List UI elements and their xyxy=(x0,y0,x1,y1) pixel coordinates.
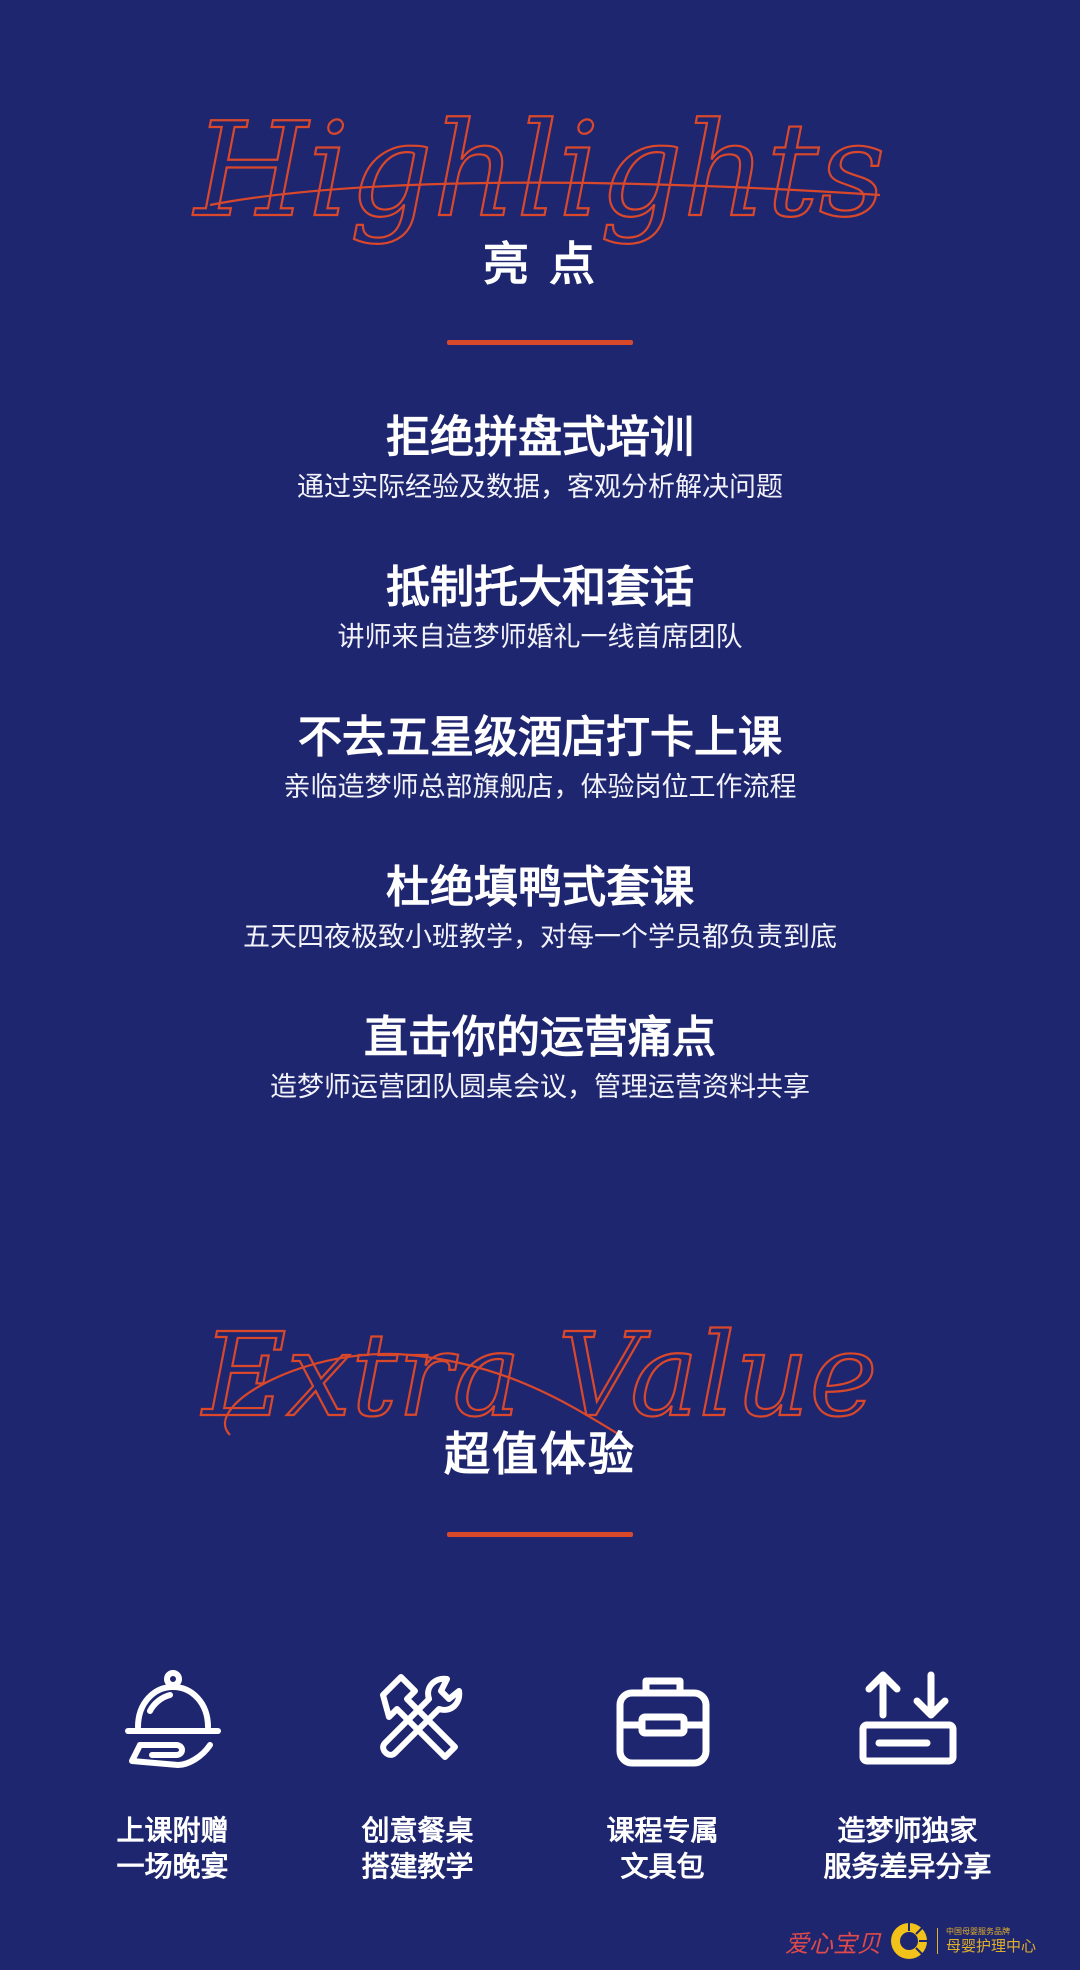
highlights-list: 拒绝拼盘式培训 通过实际经验及数据，客观分析解决问题 抵制托大和套话 讲师来自造… xyxy=(0,410,1080,1160)
feature-label: 创意餐桌 搭建教学 xyxy=(295,1813,540,1885)
feature-item: 上课附赠 一场晚宴 xyxy=(50,1655,295,1885)
highlight-desc: 亲临造梦师总部旗舰店，体验岗位工作流程 xyxy=(283,772,797,803)
highlight-title: 杜绝填鸭式套课 xyxy=(386,862,694,913)
tools-icon xyxy=(295,1655,540,1775)
highlights-zh-title: 亮 点 xyxy=(482,237,597,291)
extra-zh-title: 超值体验 xyxy=(444,1427,636,1481)
feature-label-line: 一场晚宴 xyxy=(116,1850,229,1883)
highlight-desc: 造梦师运营团队圆桌会议，管理运营资料共享 xyxy=(270,1072,810,1103)
page: Highlights 亮 点 拒绝拼盘式培训 通过实际经验及数据，客观分析解决问… xyxy=(0,0,1080,1970)
feature-label-line: 课程专属 xyxy=(606,1814,719,1847)
feature-label: 课程专属 文具包 xyxy=(540,1813,785,1885)
feature-list: 上课附赠 一场晚宴 创意餐桌 搭建教学 课程专属 文具包 造梦师独家 服务差异分… xyxy=(50,1655,1030,1885)
feature-item: 创意餐桌 搭建教学 xyxy=(295,1655,540,1885)
feature-label-line: 创意餐桌 xyxy=(361,1814,474,1847)
feature-label-line: 文具包 xyxy=(620,1850,705,1883)
highlight-title: 拒绝拼盘式培训 xyxy=(386,412,694,463)
sun-logo-icon xyxy=(891,1923,927,1959)
brand-small: 中国母婴服务品牌 xyxy=(946,1927,1010,1936)
highlight-item: 杜绝填鸭式套课 五天四夜极致小班教学，对每一个学员都负责到底 xyxy=(0,860,1080,974)
feature-label-line: 上课附赠 xyxy=(116,1814,229,1847)
highlight-item: 抵制托大和套话 讲师来自造梦师婚礼一线首席团队 xyxy=(0,560,1080,674)
cloche-icon xyxy=(50,1655,295,1775)
brand-logo: 爱心宝贝 中国母婴服务品牌 母婴护理中心 xyxy=(785,1917,1075,1965)
extra-divider xyxy=(447,1532,633,1537)
brand-name: 爱心宝贝 xyxy=(785,1929,881,1958)
feature-label-line: 服务差异分享 xyxy=(823,1850,992,1883)
download-box-icon xyxy=(785,1655,1030,1775)
highlight-desc: 五天四夜极致小班教学，对每一个学员都负责到底 xyxy=(243,922,837,953)
feature-item: 课程专属 文具包 xyxy=(540,1655,785,1885)
feature-label: 造梦师独家 服务差异分享 xyxy=(785,1813,1030,1885)
highlight-item: 直击你的运营痛点 造梦师运营团队圆桌会议，管理运营资料共享 xyxy=(0,1010,1080,1124)
highlight-desc: 通过实际经验及数据，客观分析解决问题 xyxy=(297,472,783,503)
highlight-desc: 讲师来自造梦师婚礼一线首席团队 xyxy=(337,622,743,653)
highlight-title: 抵制托大和套话 xyxy=(386,562,694,613)
brand-main: 母婴护理中心 xyxy=(946,1937,1037,1955)
highlights-divider xyxy=(447,340,633,345)
toolbox-icon xyxy=(540,1655,785,1775)
brand-subtitle: 中国母婴服务品牌 母婴护理中心 xyxy=(946,1927,1036,1955)
feature-item: 造梦师独家 服务差异分享 xyxy=(785,1655,1030,1885)
highlight-item: 不去五星级酒店打卡上课 亲临造梦师总部旗舰店，体验岗位工作流程 xyxy=(0,710,1080,824)
logo-separator xyxy=(937,1928,938,1954)
svg-text:Highlights: Highlights xyxy=(193,95,886,246)
feature-label-line: 搭建教学 xyxy=(361,1850,474,1883)
highlight-title: 直击你的运营痛点 xyxy=(364,1012,716,1063)
feature-label: 上课附赠 一场晚宴 xyxy=(50,1813,295,1885)
highlight-item: 拒绝拼盘式培训 通过实际经验及数据，客观分析解决问题 xyxy=(0,410,1080,524)
feature-label-line: 造梦师独家 xyxy=(837,1814,978,1847)
highlight-title: 不去五星级酒店打卡上课 xyxy=(298,712,782,763)
